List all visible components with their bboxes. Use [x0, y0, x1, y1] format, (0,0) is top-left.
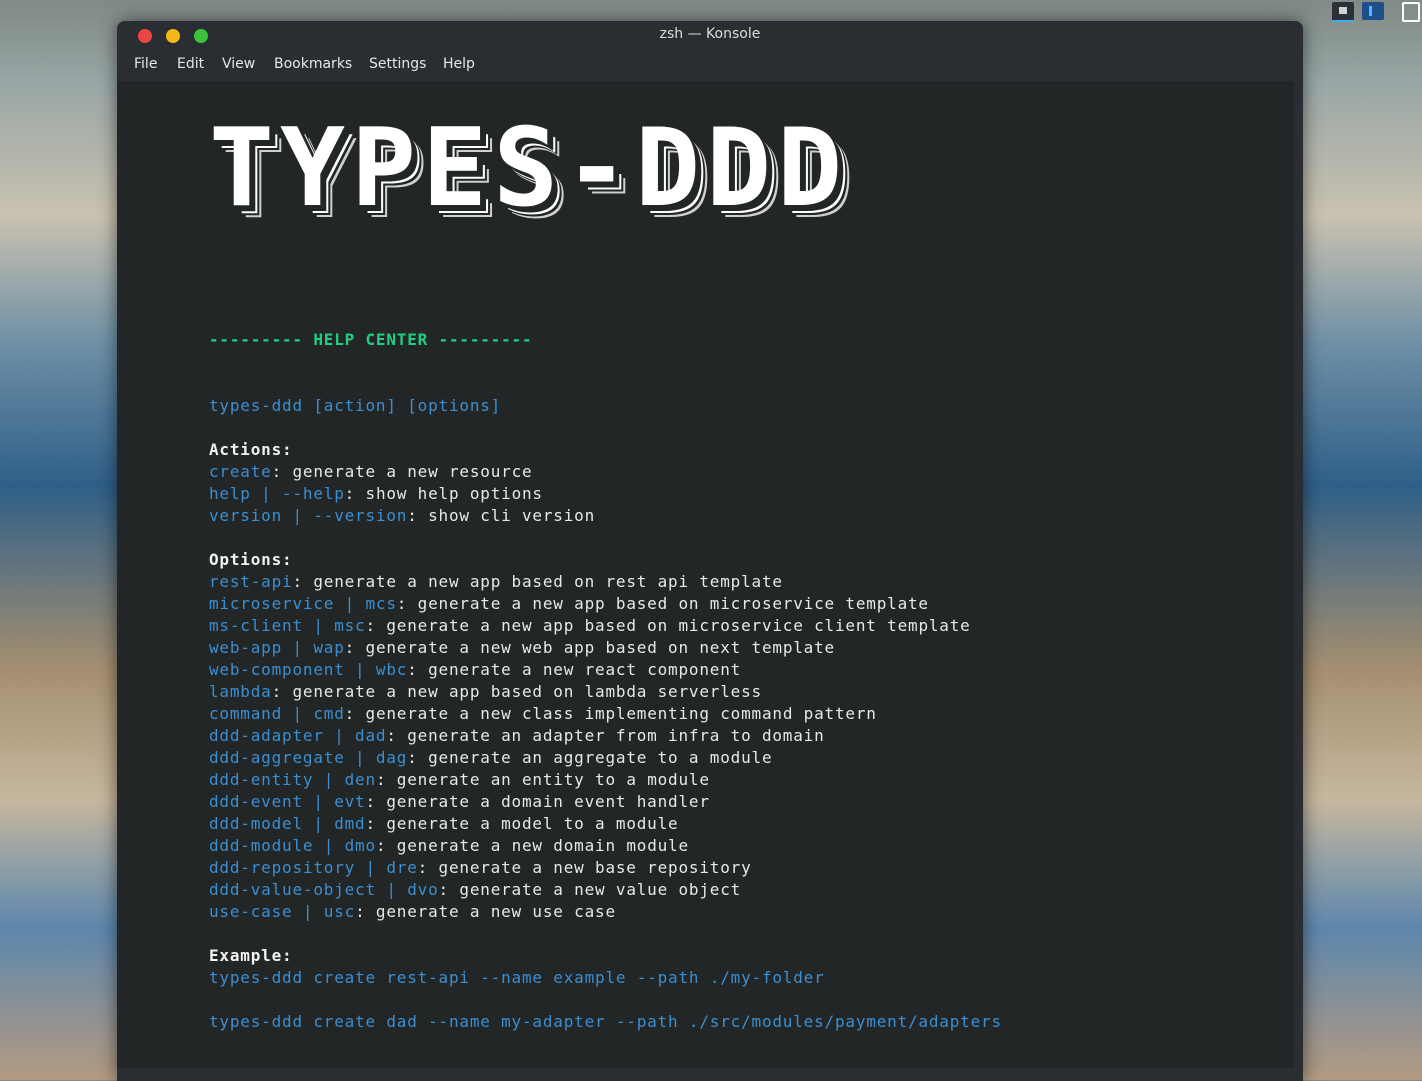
terminal-output[interactable]: TYPES-DDD --------- HELP CENTER --------… — [124, 81, 1294, 1068]
window-title: zsh — Konsole — [659, 26, 761, 42]
actions-heading: Actions: — [209, 440, 293, 459]
option-line: ddd-repository | dre: generate a new bas… — [209, 857, 752, 879]
option-command: ddd-adapter | dad — [209, 726, 387, 745]
option-description: : generate a model to a module — [365, 814, 679, 833]
menu-settings[interactable]: Settings — [369, 56, 426, 72]
option-description: : generate a new app based on lambda ser… — [271, 682, 762, 701]
option-description: : generate a new react component — [407, 660, 742, 679]
option-description: : generate a new class implementing comm… — [344, 704, 877, 723]
option-command: ddd-entity | den — [209, 770, 376, 789]
option-line: lambda: generate a new app based on lamb… — [209, 681, 762, 703]
option-description: : generate an adapter from infra to doma… — [386, 726, 825, 745]
menu-bar: File Edit View Bookmarks Settings Help — [117, 49, 1303, 81]
option-description: : generate a new use case — [355, 902, 616, 921]
option-line: ddd-value-object | dvo: generate a new v… — [209, 879, 741, 901]
action-line: create: generate a new resource — [209, 461, 532, 483]
terminal-app-icon[interactable] — [1332, 2, 1354, 22]
ascii-banner: TYPES-DDD — [209, 106, 849, 231]
option-command: microservice | mcs — [209, 594, 397, 613]
options-heading: Options: — [209, 550, 293, 569]
option-command: ddd-model | dmd — [209, 814, 366, 833]
option-command: web-app | wap — [209, 638, 345, 657]
menu-file[interactable]: File — [134, 56, 157, 72]
option-command: ddd-module | dmo — [209, 836, 376, 855]
menu-edit[interactable]: Edit — [177, 56, 204, 72]
option-command: ddd-repository | dre — [209, 858, 418, 877]
example-heading: Example: — [209, 946, 293, 965]
option-line: web-app | wap: generate a new web app ba… — [209, 637, 835, 659]
option-line: ddd-entity | den: generate an entity to … — [209, 769, 710, 791]
clipboard-icon[interactable] — [1402, 2, 1420, 22]
option-command: ddd-event | evt — [209, 792, 366, 811]
system-tray — [1332, 0, 1422, 22]
option-description: : generate a new web app based on next t… — [344, 638, 835, 657]
title-bar: zsh — Konsole — [117, 21, 1303, 49]
option-line: web-component | wbc: generate a new reac… — [209, 659, 741, 681]
help-center-heading: --------- HELP CENTER --------- — [209, 330, 533, 349]
action-line: help | --help: show help options — [209, 483, 543, 505]
option-line: ddd-event | evt: generate a domain event… — [209, 791, 710, 813]
option-line: use-case | usc: generate a new use case — [209, 901, 616, 923]
option-description: : generate a domain event handler — [365, 792, 710, 811]
option-line: ddd-model | dmd: generate a model to a m… — [209, 813, 678, 835]
option-command: command | cmd — [209, 704, 345, 723]
option-line: ddd-module | dmo: generate a new domain … — [209, 835, 689, 857]
option-description: : generate a new base repository — [417, 858, 752, 877]
option-line: rest-api: generate a new app based on re… — [209, 571, 783, 593]
option-description: : generate an aggregate to a module — [407, 748, 773, 767]
option-line: ms-client | msc: generate a new app base… — [209, 615, 971, 637]
menu-view[interactable]: View — [222, 56, 255, 72]
option-command: ms-client | msc — [209, 616, 366, 635]
example-command: types-ddd create rest-api --name example… — [209, 968, 825, 987]
action-description: : generate a new resource — [271, 462, 533, 481]
action-command: create — [209, 462, 272, 481]
option-command: web-component | wbc — [209, 660, 408, 679]
option-command: use-case | usc — [209, 902, 356, 921]
action-description: : show help options — [344, 484, 543, 503]
option-description: : generate a new app based on rest api t… — [292, 572, 783, 591]
option-description: : generate a new app based on microservi… — [365, 616, 971, 635]
option-line: command | cmd: generate a new class impl… — [209, 703, 877, 725]
action-description: : show cli version — [407, 506, 596, 525]
window-bottom-border — [117, 1068, 1303, 1081]
option-description: : generate an entity to a module — [375, 770, 710, 789]
option-description: : generate a new value object — [438, 880, 742, 899]
action-line: version | --version: show cli version — [209, 505, 595, 527]
option-description: : generate a new domain module — [375, 836, 689, 855]
option-command: lambda — [209, 682, 272, 701]
option-command: ddd-aggregate | dag — [209, 748, 408, 767]
konsole-window: zsh — Konsole File Edit View Bookmarks S… — [117, 21, 1303, 1081]
action-command: version | --version — [209, 506, 408, 525]
option-command: ddd-value-object | dvo — [209, 880, 439, 899]
menu-bookmarks[interactable]: Bookmarks — [274, 56, 352, 72]
action-command: help | --help — [209, 484, 345, 503]
option-description: : generate a new app based on microservi… — [396, 594, 929, 613]
example-command: types-ddd create dad --name my-adapter -… — [209, 1012, 1002, 1031]
vscode-app-icon[interactable] — [1362, 2, 1384, 20]
option-line: ddd-aggregate | dag: generate an aggrega… — [209, 747, 772, 769]
option-command: rest-api — [209, 572, 293, 591]
scrollbar[interactable] — [1294, 81, 1303, 1068]
option-line: ddd-adapter | dad: generate an adapter f… — [209, 725, 825, 747]
usage-line: types-ddd [action] [options] — [209, 396, 502, 415]
menu-help[interactable]: Help — [443, 56, 475, 72]
option-line: microservice | mcs: generate a new app b… — [209, 593, 929, 615]
